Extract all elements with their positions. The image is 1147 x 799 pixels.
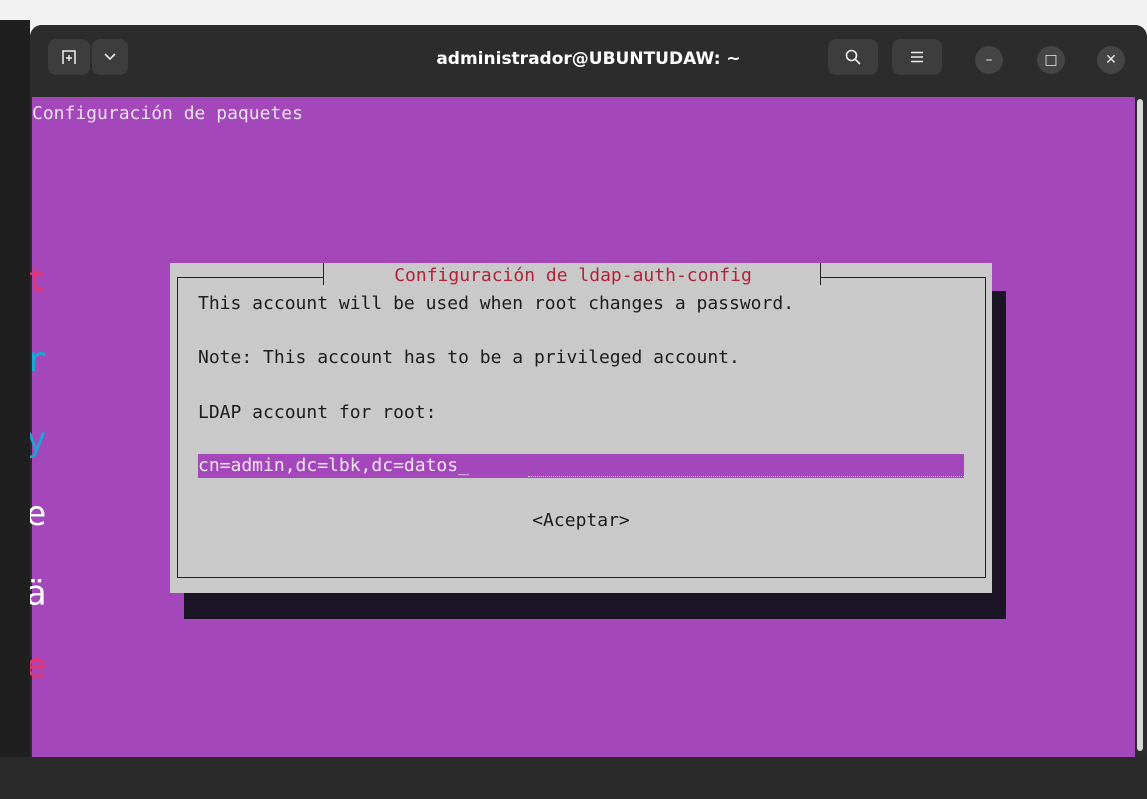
- title-divider: [323, 263, 324, 285]
- desktop-bottom-bar: [0, 757, 1147, 799]
- menu-button[interactable]: [892, 39, 942, 75]
- terminal-area[interactable]: Configuración de paquetes t r y e ä e Co…: [30, 97, 1135, 757]
- dialog-title: Configuración de ldap-auth-config: [394, 265, 752, 286]
- search-button[interactable]: [828, 39, 878, 75]
- terminal-window: administrador@UBUNTUDAW: ~ – □ ✕ Configu…: [30, 25, 1147, 758]
- dialog-frame-top: [821, 277, 985, 278]
- edge-glyph: e: [30, 494, 47, 534]
- input-underline: [528, 476, 964, 477]
- title-bar: administrador@UBUNTUDAW: ~ – □ ✕: [30, 25, 1147, 97]
- edge-glyph: ä: [30, 574, 47, 614]
- close-button[interactable]: ✕: [1097, 46, 1125, 74]
- minimize-button[interactable]: –: [975, 46, 1003, 74]
- hamburger-menu-icon: [910, 51, 924, 63]
- minimize-icon: –: [985, 52, 993, 68]
- dialog-frame: [177, 277, 986, 578]
- dialog-frame-top: [177, 277, 323, 278]
- config-dialog: Configuración de ldap-auth-config This a…: [170, 263, 992, 593]
- edge-glyph: t: [30, 260, 47, 300]
- maximize-button[interactable]: □: [1037, 46, 1065, 74]
- close-icon: ✕: [1105, 52, 1117, 68]
- edge-glyph: r: [30, 340, 47, 380]
- scrollbar[interactable]: [1135, 97, 1147, 757]
- edge-glyph: e: [30, 646, 47, 686]
- scrollbar-thumb[interactable]: [1137, 99, 1143, 751]
- title-divider: [820, 263, 821, 285]
- dialog-prompt-label: LDAP account for root:: [198, 402, 437, 423]
- background-window-edge: [0, 20, 30, 757]
- edge-glyph: y: [30, 420, 47, 460]
- accept-button[interactable]: <Aceptar>: [170, 510, 992, 531]
- ldap-account-input[interactable]: cn=admin,dc=lbk,dc=datos_: [198, 454, 964, 478]
- maximize-icon: □: [1044, 52, 1058, 68]
- terminal-header-text: Configuración de paquetes: [32, 103, 303, 124]
- dialog-text-line: Note: This account has to be a privilege…: [198, 347, 740, 368]
- search-icon: [845, 49, 861, 65]
- dialog-text-line: This account will be used when root chan…: [198, 293, 795, 314]
- ldap-account-value: cn=admin,dc=lbk,dc=datos_: [198, 455, 469, 476]
